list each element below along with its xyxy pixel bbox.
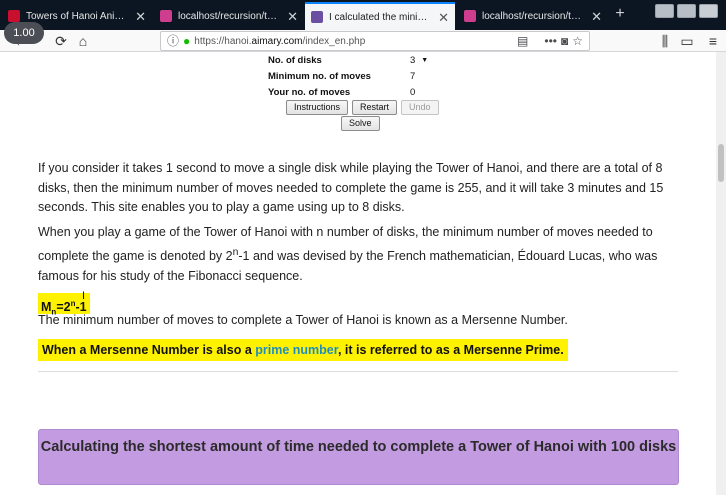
section-divider	[38, 371, 678, 372]
scrollbar-thumb[interactable]	[718, 144, 724, 182]
mersenne-prime-highlight: When a Mersenne Number is also a prime n…	[38, 339, 568, 361]
home-button[interactable]: ⌂	[74, 32, 92, 50]
tab-calculated-minimum[interactable]: I calculated the minimum an ✕	[305, 2, 455, 30]
page-content: No. of disks 3 ▼ Minimum no. of moves 7 …	[0, 52, 716, 495]
pocket-icon[interactable]: ◙	[561, 35, 568, 47]
tab-localhost-recursion[interactable]: localhost/recursion/towers_o ✕	[154, 2, 304, 30]
hamburger-menu-icon: ≡	[708, 33, 718, 49]
solve-button-row: Solve	[341, 116, 380, 131]
library-icon: ⫼	[661, 33, 669, 49]
mersenne-number-paragraph: The minimum number of moves to complete …	[38, 313, 568, 327]
tab-title: I calculated the minimum an	[329, 11, 432, 23]
url-prefix: https://hanoi.	[194, 35, 252, 47]
game-button-row: Instructions Restart Undo	[286, 100, 439, 115]
tab-title: Towers of Hanoi Animation	[26, 10, 129, 22]
restart-button[interactable]: Restart	[352, 100, 398, 115]
min-moves-label: Minimum no. of moves	[268, 70, 371, 82]
site-favicon-icon	[160, 10, 172, 22]
tab-title: localhost/recursion/towers_o	[178, 10, 281, 22]
disks-value: 3	[410, 54, 416, 66]
disks-select[interactable]: 3 ▼	[410, 55, 428, 66]
lucas-paragraph: When you play a game of the Tower of Han…	[38, 223, 678, 286]
page-scrollbar[interactable]	[716, 52, 726, 495]
lock-icon: ●	[183, 34, 191, 48]
close-tab-icon[interactable]: ✕	[591, 10, 602, 23]
highlight-end: , it is referred to as a Mersenne Prime.	[337, 343, 564, 357]
reload-button[interactable]: ⟳	[52, 32, 70, 50]
url-bar[interactable]: ⓘ ● https://hanoi.aimary.com/index_en.ph…	[160, 31, 590, 51]
page-actions-icon[interactable]: •••	[544, 35, 557, 47]
text-cursor-icon: I	[82, 290, 86, 302]
menu-button[interactable]: ≡	[704, 32, 722, 50]
tab-localhost-recursion-2[interactable]: localhost/recursion/towers_o ✕	[458, 2, 608, 30]
tab-title: localhost/recursion/towers_o	[482, 10, 585, 22]
tab-strip: Towers of Hanoi Animation ✕ localhost/re…	[0, 0, 726, 30]
prime-number-link[interactable]: prime number	[255, 343, 338, 357]
url-text: https://hanoi.aimary.com/index_en.php	[194, 36, 513, 47]
bookmark-star-icon[interactable]: ☆	[572, 35, 583, 47]
reload-icon: ⟳	[55, 33, 67, 49]
close-tab-icon[interactable]: ✕	[287, 10, 298, 23]
sidebar-icon: ▭	[680, 33, 694, 49]
dropdown-arrow-icon: ▼	[421, 56, 429, 64]
site-favicon-icon	[311, 11, 323, 23]
close-tab-icon[interactable]: ✕	[135, 10, 146, 23]
undo-button[interactable]: Undo	[401, 100, 439, 115]
site-favicon-icon	[464, 10, 476, 22]
min-moves-value: 7	[410, 70, 416, 82]
section-heading-banner: Calculating the shortest amount of time …	[38, 429, 679, 485]
game-stats: No. of disks 3 ▼ Minimum no. of moves 7 …	[268, 52, 430, 100]
sidebar-button[interactable]: ▭	[678, 32, 696, 50]
solve-button[interactable]: Solve	[341, 116, 380, 131]
url-path: /index_en.php	[302, 35, 366, 47]
site-favicon-icon	[8, 10, 20, 22]
new-tab-button[interactable]: +	[611, 5, 629, 23]
highlight-start: When a Mersenne Number is also a	[42, 343, 256, 357]
your-moves-label: Your no. of moves	[268, 86, 351, 98]
navigation-toolbar: ← ⟳ ⌂ ⓘ ● https://hanoi.aimary.com/index…	[0, 30, 726, 52]
close-window-button[interactable]	[699, 4, 718, 18]
instructions-button[interactable]: Instructions	[286, 100, 349, 115]
maximize-window-button[interactable]	[677, 4, 696, 18]
url-domain: aimary.com	[251, 35, 303, 47]
info-icon[interactable]: ⓘ	[167, 35, 179, 47]
intro-paragraph: If you consider it takes 1 second to mov…	[38, 161, 664, 215]
reader-view-icon[interactable]: ▤	[517, 35, 528, 47]
home-icon: ⌂	[78, 33, 88, 49]
minimize-window-button[interactable]	[655, 4, 674, 18]
zoom-level-badge: 1.00	[4, 22, 44, 44]
your-moves-value: 0	[410, 86, 416, 98]
library-button[interactable]: ⫼	[656, 32, 674, 50]
close-tab-icon[interactable]: ✕	[438, 11, 449, 24]
disks-label: No. of disks	[268, 54, 322, 66]
